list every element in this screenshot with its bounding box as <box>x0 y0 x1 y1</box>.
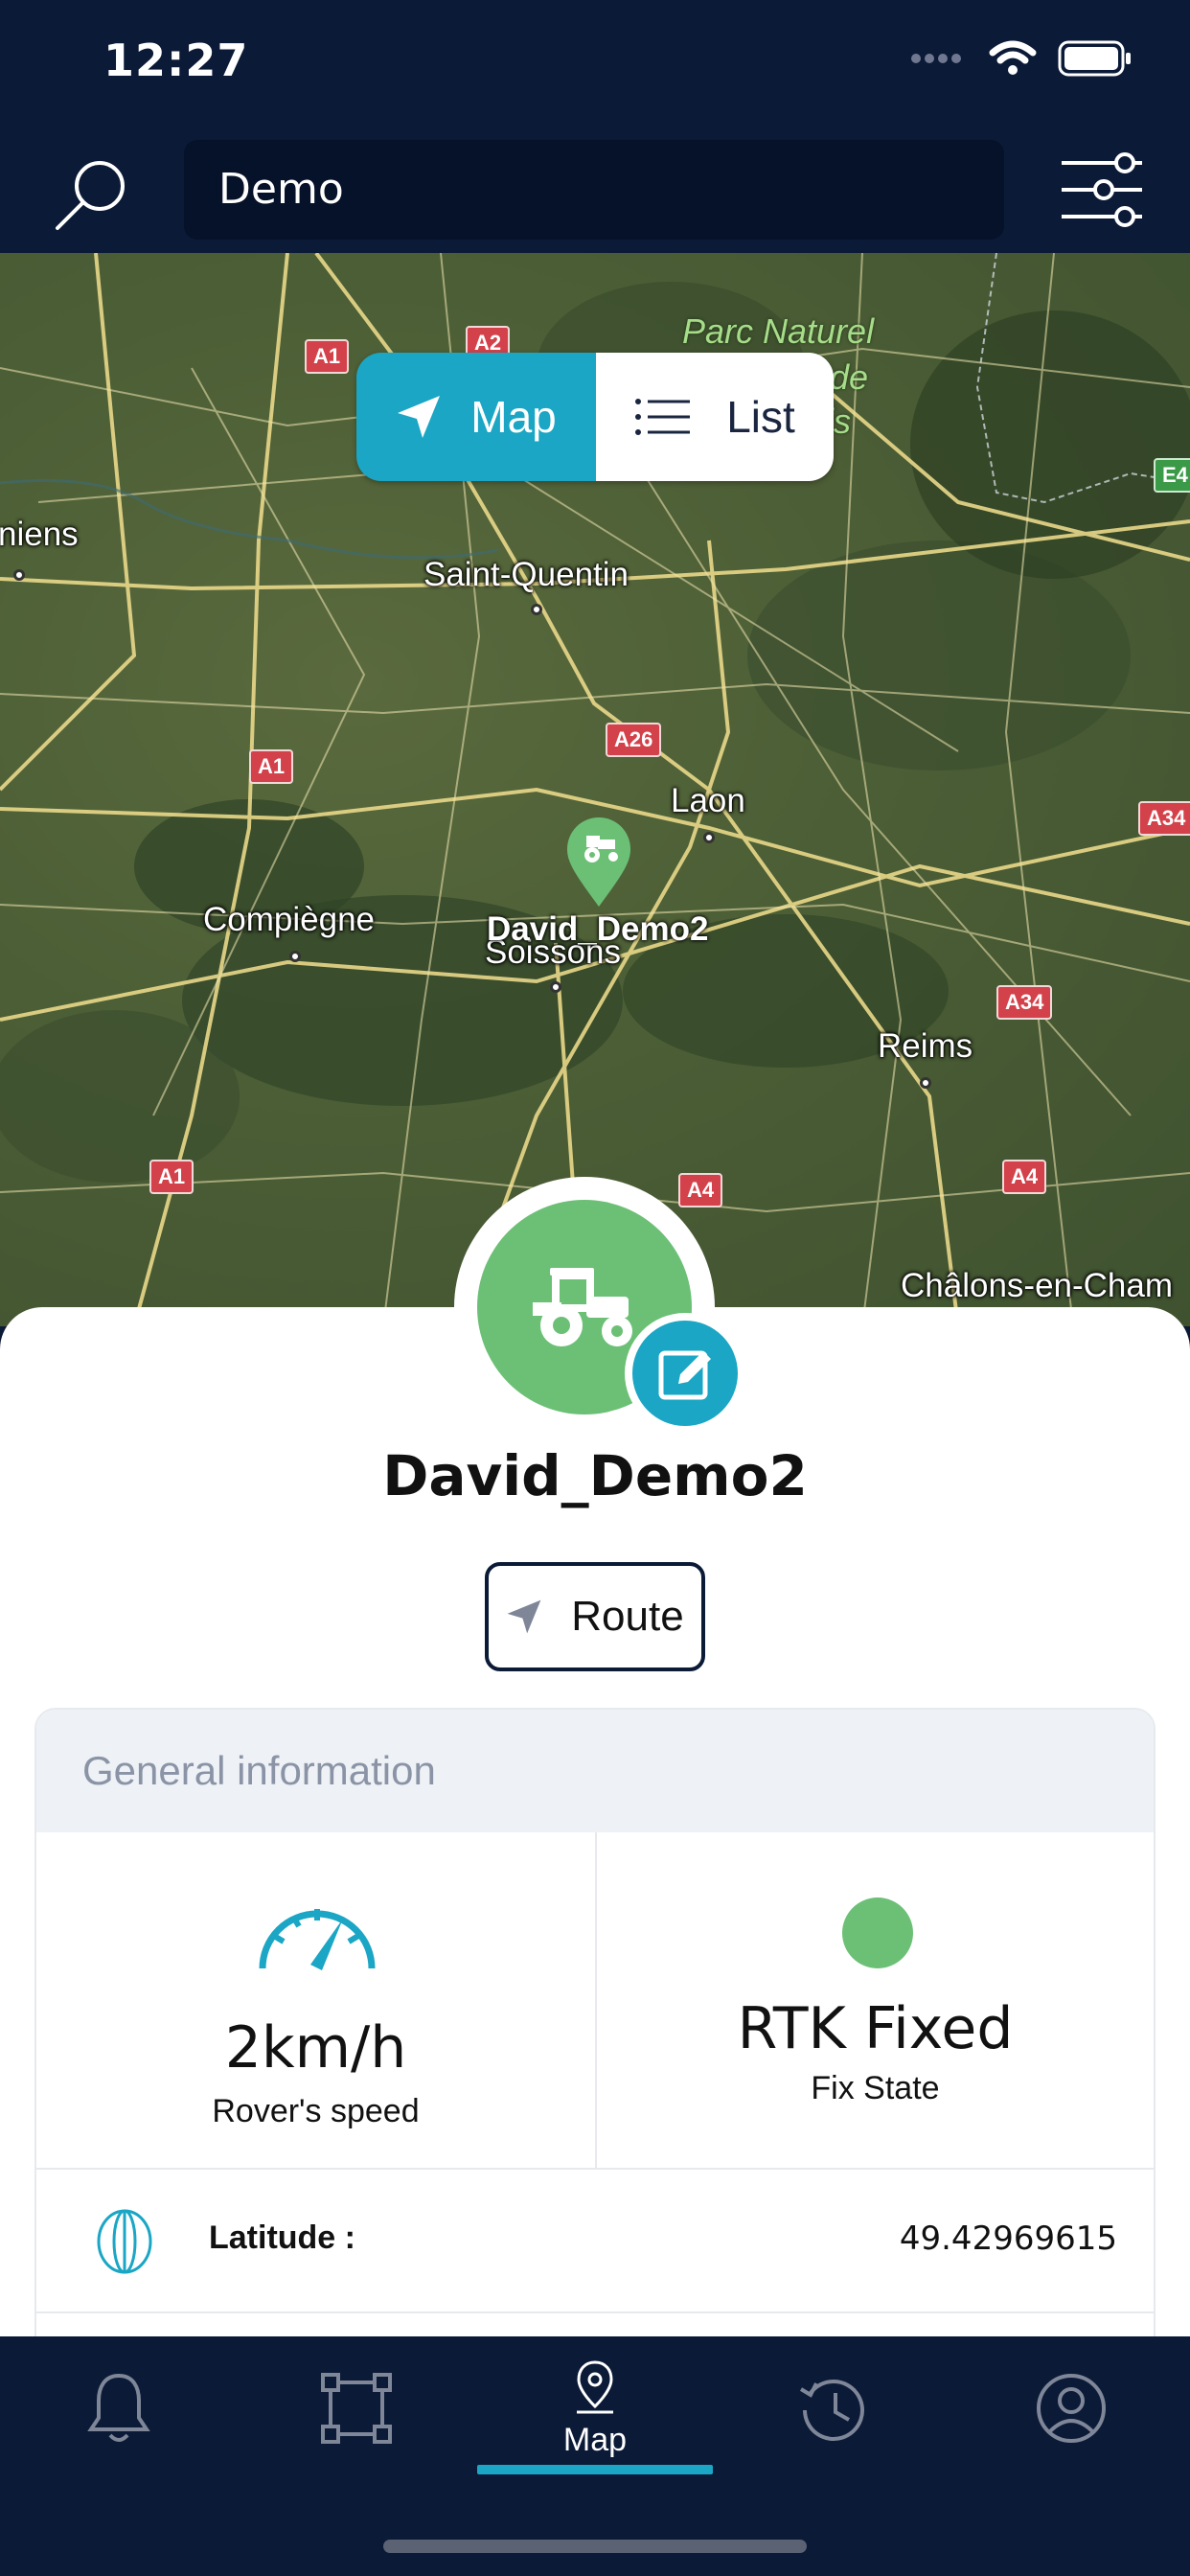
status-icons <box>910 40 1133 77</box>
city-label: Reims <box>878 1027 973 1065</box>
map-view[interactable]: A1 A2 A1 A26 A1 A4 A4 A34 A34 E4 Parc Na… <box>0 253 1190 1326</box>
bottom-tab-bar: Map <box>0 2336 1190 2576</box>
road-badge: E4 <box>1154 458 1190 493</box>
road-badge: A26 <box>606 723 662 757</box>
road-badge: A34 <box>996 985 1053 1020</box>
tab-map-label: Map <box>562 2421 628 2458</box>
latitude-row: Latitude : 49.42969615 <box>36 2170 1154 2313</box>
cellular-signal-icon <box>911 54 961 63</box>
tractor-icon <box>533 1268 632 1346</box>
top-bar: Demo <box>0 134 1190 253</box>
city-label: Saint-Quentin <box>423 556 629 593</box>
profile-icon <box>1037 2374 1106 2443</box>
road-badge: A1 <box>249 749 294 784</box>
active-tab-indicator <box>477 2465 713 2474</box>
bell-icon <box>87 2373 150 2442</box>
road-badge: A4 <box>1002 1160 1047 1194</box>
tab-alerts[interactable] <box>0 2336 238 2480</box>
fix-label: Fix State <box>811 2070 940 2106</box>
city-dot <box>13 569 25 581</box>
city-dot <box>550 981 561 993</box>
tab-map[interactable]: Map <box>476 2336 714 2480</box>
city-dot <box>531 604 542 615</box>
history-icon <box>799 2380 864 2441</box>
status-time: 12:27 <box>103 34 249 86</box>
city-label: Laon <box>671 782 745 819</box>
toggle-map-button[interactable]: Map <box>356 353 596 481</box>
tab-history[interactable] <box>715 2336 952 2480</box>
city-dot <box>289 951 301 962</box>
city-label: Châlons-en-Cham <box>901 1267 1174 1304</box>
toggle-list-button[interactable]: List <box>596 353 834 481</box>
speed-label: Rover's speed <box>212 2093 420 2129</box>
tractor-marker-icon[interactable] <box>565 816 632 908</box>
globe-icon <box>97 2209 152 2274</box>
road-badge: A4 <box>678 1173 723 1208</box>
speed-cell: 2km/h Rover's speed <box>36 1832 595 2170</box>
city-label: niens <box>0 516 79 553</box>
list-icon <box>635 399 691 435</box>
navigation-arrow-icon <box>398 396 441 438</box>
toggle-list-label: List <box>726 392 795 442</box>
road-badge: A34 <box>1138 801 1190 836</box>
tab-areas[interactable] <box>238 2336 475 2480</box>
city-dot <box>920 1077 931 1089</box>
latitude-label: Latitude : <box>209 2220 355 2256</box>
marker-label: David_Demo2 <box>487 910 709 948</box>
fix-state-cell: RTK Fixed Fix State <box>595 1832 1154 2170</box>
speedometer-icon <box>259 1909 376 1970</box>
road-badge: A1 <box>305 339 350 374</box>
fix-value: RTK Fixed <box>737 1995 1014 2062</box>
search-icon[interactable] <box>52 153 132 234</box>
road-badge: A1 <box>149 1160 195 1194</box>
route-label: Route <box>571 1593 684 1640</box>
general-info-title: General information <box>36 1710 1154 1832</box>
route-button[interactable]: Route <box>485 1562 705 1671</box>
search-input[interactable]: Demo <box>184 140 1004 240</box>
speed-value: 2km/h <box>224 2014 407 2082</box>
map-pin-icon <box>577 2359 613 2413</box>
toggle-map-label: Map <box>470 392 557 442</box>
map-list-toggle: Map List <box>356 353 834 481</box>
filter-settings-icon[interactable] <box>1058 150 1146 230</box>
fix-status-dot <box>842 1898 913 1968</box>
wifi-icon <box>989 40 1037 75</box>
status-bar: 12:27 <box>0 0 1190 134</box>
park-label-line: de <box>830 357 869 397</box>
park-label-line: Parc Naturel <box>682 311 875 351</box>
battery-icon <box>1058 40 1131 77</box>
latitude-value: 49.42969615 <box>899 2220 1117 2258</box>
edit-device-button[interactable] <box>632 1321 738 1426</box>
city-dot <box>703 832 715 843</box>
info-grid: 2km/h Rover's speed RTK Fixed Fix State <box>36 1832 1154 2170</box>
edit-icon <box>658 1350 711 1400</box>
general-info-card: General information 2km/h Rover's speed … <box>34 1708 1156 2359</box>
area-icon <box>321 2373 392 2444</box>
tab-profile[interactable] <box>952 2336 1190 2480</box>
navigation-arrow-icon <box>507 1599 541 1634</box>
device-name: David_Demo2 <box>382 1443 808 1508</box>
home-indicator <box>383 2540 807 2553</box>
city-label: Compiègne <box>203 901 375 938</box>
